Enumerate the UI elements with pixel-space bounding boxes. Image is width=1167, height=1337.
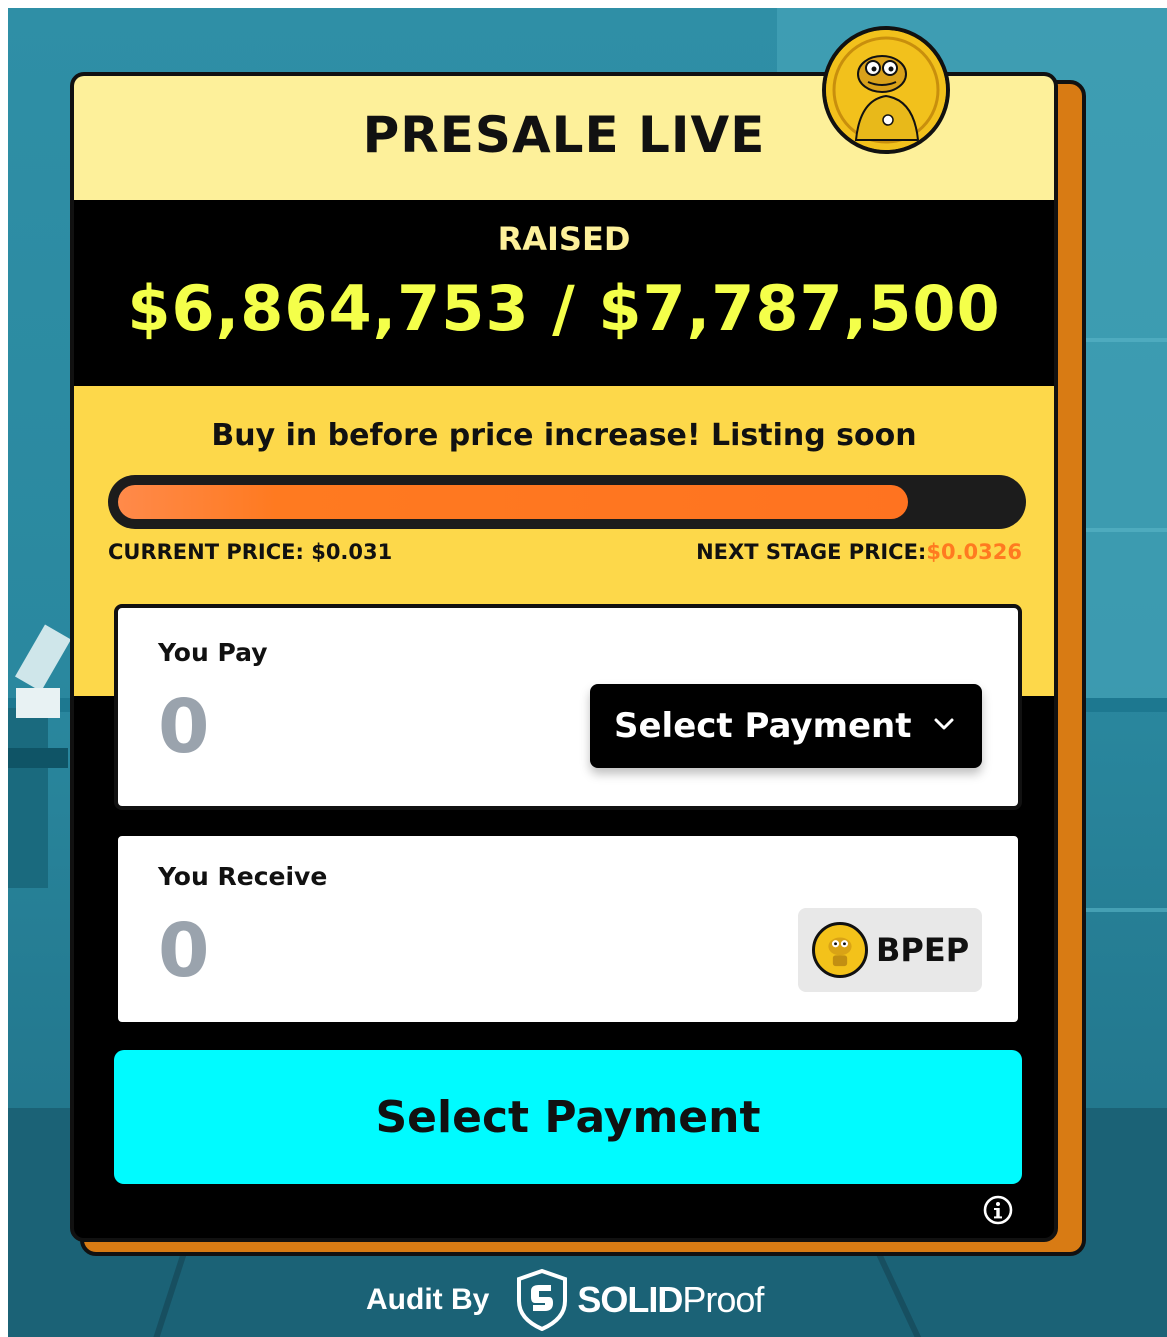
pay-amount-input[interactable]: 0	[158, 684, 210, 770]
you-pay-box: You Pay 0 Select Payment	[114, 604, 1022, 810]
audit-brand-strong: SOLID	[577, 1279, 683, 1320]
select-payment-button[interactable]: Select Payment	[114, 1050, 1022, 1184]
current-price: CURRENT PRICE: $0.031	[108, 540, 393, 564]
solidproof-shield-logo	[517, 1269, 568, 1331]
chevron-down-icon	[934, 718, 954, 730]
select-payment-label: Select Payment	[614, 706, 912, 746]
promo-text: Buy in before price increase! Listing so…	[211, 418, 917, 453]
info-icon[interactable]	[982, 1194, 1014, 1226]
next-stage-label: NEXT STAGE PRICE:	[696, 540, 927, 564]
next-stage-price: NEXT STAGE PRICE:$0.0326	[696, 540, 1022, 564]
select-payment-dropdown[interactable]: Select Payment	[590, 684, 982, 768]
bpep-coin-icon	[812, 922, 868, 978]
raised-amount: $6,864,753 / $7,787,500	[127, 272, 1001, 345]
token-symbol: BPEP	[876, 931, 970, 969]
progress-bar-fill	[118, 485, 908, 519]
progress-bar	[108, 475, 1026, 529]
price-row: CURRENT PRICE: $0.031 NEXT STAGE PRICE:$…	[108, 540, 1022, 564]
token-badge: BPEP	[798, 908, 982, 992]
presale-card: PRESALE LIVE RAISED $6,864,753 / $7,787,…	[70, 72, 1058, 1242]
microscope-illustration	[8, 624, 71, 888]
you-pay-label: You Pay	[158, 638, 268, 667]
audit-brand-light: Proof	[682, 1279, 764, 1320]
audit-footer: Audit By SOLID Proof	[366, 1269, 764, 1331]
audit-label: Audit By	[366, 1283, 490, 1316]
receive-amount-input[interactable]: 0	[158, 908, 210, 994]
you-receive-label: You Receive	[158, 862, 328, 891]
you-receive-box: You Receive 0 BPEP	[114, 832, 1022, 1026]
next-stage-value: $0.0326	[926, 540, 1022, 564]
frog-mascot-avatar	[822, 26, 950, 154]
raised-label: RAISED	[497, 220, 631, 258]
